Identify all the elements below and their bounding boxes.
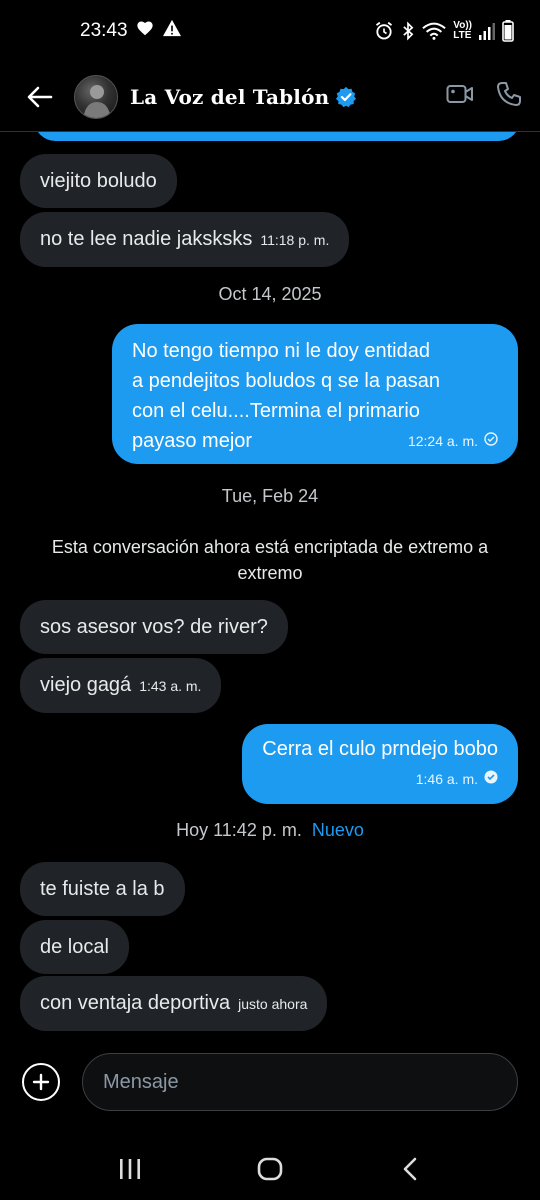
phone-icon[interactable] — [496, 81, 522, 112]
message-time: 11:18 p. m. — [260, 232, 330, 248]
message-bubble-sent-partial[interactable] — [34, 132, 520, 141]
new-messages-separator: Hoy 11:42 p. m. Nuevo — [176, 820, 364, 840]
video-call-icon[interactable] — [446, 83, 474, 110]
back-icon[interactable] — [380, 1144, 440, 1194]
contact-name[interactable]: La Voz del Tablón — [130, 85, 329, 109]
recent-apps-icon[interactable] — [100, 1144, 160, 1194]
message-bubble-received[interactable]: sos asesor vos? de river? — [20, 600, 288, 654]
bluetooth-icon — [401, 21, 415, 41]
sent-check-icon — [484, 426, 498, 456]
status-bar: 23:43 Vo)) LTE — [0, 0, 540, 62]
message-bubble-received[interactable]: de local — [20, 920, 129, 974]
chat-thread: viejito boludo no te lee nadie jaksksks 1… — [0, 132, 540, 1032]
alarm-icon — [374, 21, 394, 41]
read-check-icon — [484, 764, 498, 794]
signal-icon — [479, 22, 495, 40]
status-time: 23:43 — [80, 20, 128, 41]
avatar[interactable] — [74, 74, 118, 119]
message-time: 12:24 a. m. — [407, 433, 478, 449]
volte-icon: Vo)) LTE — [453, 20, 472, 41]
verified-badge-icon — [335, 86, 357, 108]
message-time: 1:46 a. m. — [415, 771, 478, 787]
chat-header: La Voz del Tablón — [0, 62, 540, 132]
home-icon[interactable] — [240, 1144, 300, 1194]
message-bubble-received[interactable]: no te lee nadie jaksksks 11:18 p. m. — [20, 212, 350, 267]
back-arrow-icon[interactable] — [22, 79, 58, 115]
message-bubble-received[interactable]: con ventaja deportiva justo ahora — [20, 976, 328, 1031]
encryption-notice: Esta conversación ahora está encriptada … — [51, 537, 489, 583]
date-separator: Oct 14, 2025 — [218, 284, 322, 304]
message-composer — [0, 1050, 540, 1114]
wifi-icon — [422, 21, 447, 41]
message-input[interactable] — [82, 1053, 518, 1111]
message-time: 1:43 a. m. — [139, 678, 202, 694]
battery-icon — [502, 20, 514, 42]
heart-icon — [136, 20, 154, 42]
date-separator: Tue, Feb 24 — [221, 486, 319, 506]
add-icon[interactable] — [22, 1063, 60, 1101]
message-bubble-received[interactable]: viejo gagá 1:43 a. m. — [20, 658, 222, 713]
message-time: justo ahora — [238, 996, 308, 1012]
warning-icon — [162, 19, 182, 43]
new-badge: Nuevo — [311, 820, 364, 840]
message-bubble-received[interactable]: te fuiste a la b — [20, 862, 185, 916]
message-bubble-sent[interactable]: No tengo tiempo ni le doy entidad a pend… — [112, 324, 518, 464]
system-nav-bar — [0, 1138, 540, 1200]
message-bubble-sent[interactable]: Cerra el culo prndejo bobo 1:46 a. m. — [242, 724, 518, 804]
message-bubble-received[interactable]: viejito boludo — [20, 154, 177, 208]
